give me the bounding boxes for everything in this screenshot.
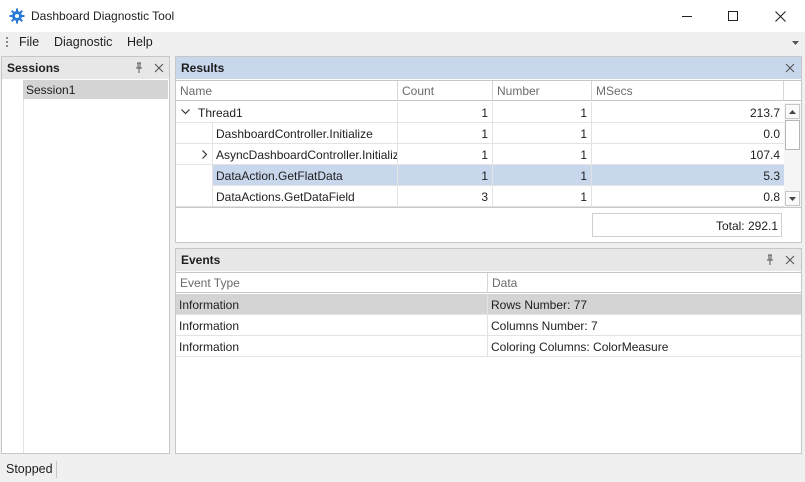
table-row[interactable]: DashboardController.Initialize 1 1 0.0	[176, 123, 784, 144]
chevron-down-icon[interactable]	[181, 109, 190, 115]
column-header-event-type[interactable]: Event Type	[176, 273, 488, 293]
cell-number: 1	[493, 102, 592, 123]
cell-name: DashboardController.Initialize	[212, 123, 398, 144]
results-scrollbar[interactable]	[784, 103, 801, 207]
total-summary: Total: 292.1	[592, 213, 782, 237]
toolbar-grip-icon[interactable]	[6, 37, 8, 50]
menu-bar: File Diagnostic Help	[0, 32, 805, 54]
results-header: Results	[176, 57, 801, 79]
table-row-selected[interactable]: DataAction.GetFlatData 1 1 5.3	[176, 165, 784, 186]
close-icon[interactable]	[784, 62, 796, 74]
close-icon[interactable]	[153, 62, 165, 74]
title-bar: Dashboard Diagnostic Tool	[0, 0, 805, 32]
results-panel: Results Name Count Number MSecs Thread1 …	[175, 56, 802, 243]
column-header-msecs[interactable]: MSecs	[592, 81, 784, 101]
pin-icon[interactable]	[133, 62, 145, 74]
status-bar: Stopped	[0, 458, 805, 482]
pin-icon[interactable]	[764, 254, 776, 266]
close-button[interactable]	[757, 0, 803, 32]
cell-msecs: 0.0	[763, 127, 780, 141]
cell-msecs: 5.3	[763, 169, 780, 183]
close-icon[interactable]	[784, 254, 796, 266]
maximize-icon	[728, 11, 738, 21]
cell-count: 1	[398, 144, 493, 165]
close-icon	[774, 10, 786, 22]
maximize-button[interactable]	[710, 0, 756, 32]
cell-count: 1	[398, 123, 493, 144]
scroll-thumb[interactable]	[785, 120, 800, 150]
minimize-button[interactable]	[664, 0, 710, 32]
cell-event-type: Information	[176, 294, 488, 315]
cell-number: 1	[493, 123, 592, 144]
triangle-up-icon	[789, 109, 796, 114]
cell-msecs: 107.4	[749, 148, 780, 162]
cell-event-data: Rows Number: 77	[491, 298, 588, 312]
event-row[interactable]: Information Coloring Columns: ColorMeasu…	[176, 336, 801, 357]
events-header: Events	[176, 249, 801, 271]
cell-name: Thread1	[198, 102, 398, 123]
sessions-title: Sessions	[7, 61, 60, 75]
menu-help[interactable]: Help	[127, 35, 153, 49]
tree-guide-line	[23, 80, 24, 453]
status-text: Stopped	[6, 462, 53, 476]
cell-count: 3	[398, 186, 493, 207]
cell-event-type: Information	[176, 315, 488, 336]
sessions-panel: Sessions	[1, 56, 170, 454]
triangle-down-icon	[789, 196, 796, 201]
overflow-chevron-down-icon[interactable]	[792, 41, 799, 45]
session-item[interactable]: Session1	[23, 80, 168, 99]
sessions-header: Sessions	[2, 57, 169, 79]
table-row[interactable]: DataActions.GetDataField 3 1 0.8	[176, 186, 784, 207]
column-header-data[interactable]: Data	[488, 273, 801, 293]
cell-event-type: Information	[176, 336, 488, 357]
results-grid-header: Name Count Number MSecs	[176, 80, 801, 101]
cell-event-data: Coloring Columns: ColorMeasure	[491, 340, 669, 354]
column-header-count[interactable]: Count	[398, 81, 493, 101]
cell-msecs: 213.7	[749, 106, 780, 120]
minimize-icon	[682, 16, 692, 17]
table-row[interactable]: AsyncDashboardController.Initialize 1 1 …	[176, 144, 784, 165]
cell-count: 1	[398, 165, 493, 186]
cell-number: 1	[493, 186, 592, 207]
cell-msecs: 0.8	[763, 190, 780, 204]
results-title: Results	[181, 61, 225, 75]
cell-number: 1	[493, 144, 592, 165]
column-header-name[interactable]: Name	[176, 81, 398, 101]
cell-count: 1	[398, 102, 493, 123]
chevron-right-icon[interactable]	[202, 150, 208, 159]
window-title: Dashboard Diagnostic Tool	[31, 9, 175, 23]
scroll-down-button[interactable]	[785, 191, 800, 206]
cell-name: DataActions.GetDataField	[212, 186, 398, 207]
status-separator	[56, 461, 57, 478]
table-row[interactable]: Thread1 1 1 213.7	[176, 102, 784, 123]
column-header-number[interactable]: Number	[493, 81, 592, 101]
menu-file[interactable]: File	[19, 35, 39, 49]
events-title: Events	[181, 253, 221, 267]
event-row-selected[interactable]: Information Rows Number: 77	[176, 294, 801, 315]
events-panel: Events Event Type Data Information Rows …	[175, 248, 802, 454]
session-label: Session1	[26, 83, 76, 97]
event-row[interactable]: Information Columns Number: 7	[176, 315, 801, 336]
gear-icon	[9, 8, 25, 24]
cell-event-data: Columns Number: 7	[491, 319, 598, 333]
cell-name: AsyncDashboardController.Initialize	[212, 144, 398, 165]
menu-diagnostic[interactable]: Diagnostic	[54, 35, 112, 49]
cell-name: DataAction.GetFlatData	[212, 165, 398, 186]
cell-number: 1	[493, 165, 592, 186]
events-grid-header: Event Type Data	[176, 272, 801, 293]
scroll-up-button[interactable]	[785, 104, 800, 119]
total-value: Total: 292.1	[715, 219, 778, 233]
